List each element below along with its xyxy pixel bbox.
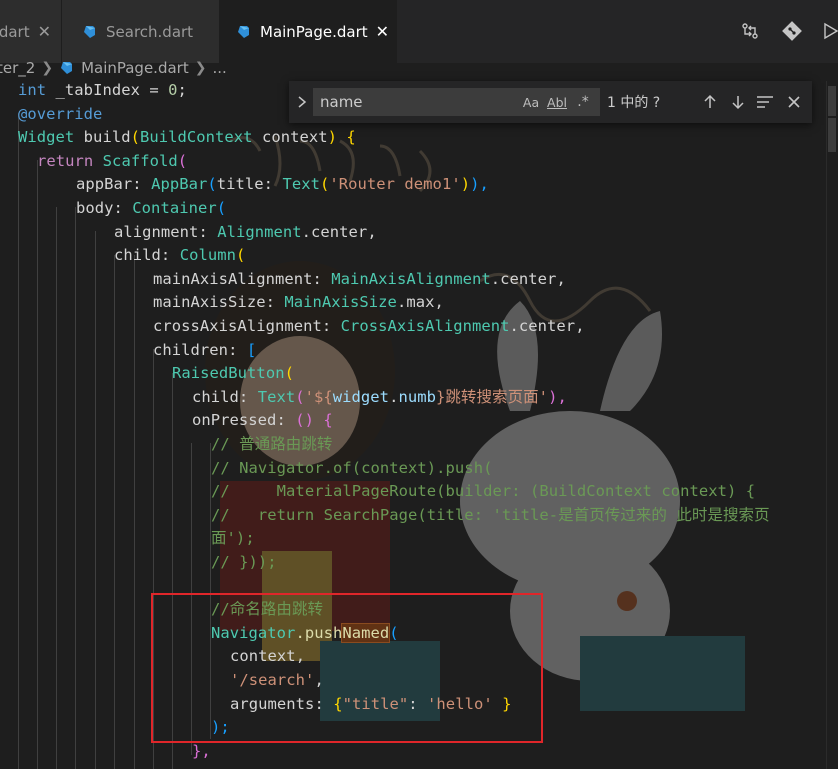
dart-file-icon bbox=[84, 25, 95, 38]
arrow-down-icon[interactable] bbox=[727, 91, 749, 113]
breadcrumb-file[interactable]: MainPage.dart bbox=[59, 59, 189, 77]
arrow-up-icon[interactable] bbox=[699, 91, 721, 113]
code-line: // return SearchPage(title: 'title-是首页传过… bbox=[211, 505, 770, 524]
code-line: onPressed: () { bbox=[192, 411, 333, 430]
indent-guide bbox=[191, 443, 192, 755]
code-line: RaisedButton( bbox=[172, 364, 294, 383]
breadcrumb-label: ter_2 bbox=[0, 59, 36, 77]
code-line: Navigator.pushNamed( bbox=[211, 622, 399, 643]
code-line: //命名路由跳转 bbox=[211, 600, 324, 619]
breadcrumb-symbol[interactable]: ... bbox=[212, 59, 226, 77]
code-line: }, bbox=[192, 741, 211, 760]
code-line: child: Text('${widget.numb}跳转搜索页面'), bbox=[192, 387, 567, 406]
run-icon[interactable] bbox=[820, 20, 838, 42]
match-count: 1 中的 ? bbox=[607, 95, 661, 111]
indent-guide bbox=[37, 160, 38, 769]
chevron-right-icon: ❯ bbox=[194, 60, 207, 76]
indent-guide bbox=[172, 373, 173, 769]
tab-dart-file[interactable]: dart ✕ bbox=[0, 0, 62, 63]
vertical-scrollbar[interactable] bbox=[826, 81, 838, 769]
tab-label: dart bbox=[0, 22, 30, 41]
code-line: mainAxisAlignment: MainAxisAlignment.cen… bbox=[153, 269, 566, 288]
code-line: // Navigator.of(context).push( bbox=[211, 458, 493, 477]
chevron-right-icon: ❯ bbox=[41, 60, 54, 76]
close-icon[interactable] bbox=[783, 91, 805, 113]
indent-guide bbox=[153, 349, 154, 769]
tab-label: MainPage.dart bbox=[260, 22, 368, 41]
code-line: // 普通路由跳转 bbox=[211, 435, 333, 453]
find-in-selection-icon[interactable] bbox=[754, 91, 776, 113]
code-line: '/search', bbox=[230, 671, 324, 689]
dart-file-icon bbox=[61, 62, 73, 74]
code-line: children: [ bbox=[153, 340, 257, 359]
breadcrumb-label: MainPage.dart bbox=[81, 59, 189, 77]
scrollbar-thumb[interactable] bbox=[828, 86, 836, 116]
code-line: int _tabIndex = 0; bbox=[18, 81, 187, 99]
code-line: context, bbox=[230, 647, 306, 666]
code-line: // MaterialPageRoute(builder: (BuildCont… bbox=[211, 482, 756, 501]
tab-mainpage-dart[interactable]: MainPage.dart ✕ bbox=[220, 0, 397, 63]
code-line: return Scaffold( bbox=[37, 151, 188, 170]
code-line: crossAxisAlignment: CrossAxisAlignment.c… bbox=[153, 317, 585, 335]
code-line: @override bbox=[18, 104, 103, 123]
breadcrumb: ter_2 ❯ MainPage.dart ❯ ... bbox=[0, 55, 838, 81]
scrollbar-thumb[interactable] bbox=[828, 118, 836, 152]
code-line: arguments: {"title": 'hello' } bbox=[230, 694, 512, 713]
match-whole-word-toggle[interactable]: Abl bbox=[547, 93, 567, 111]
code-line: // })); bbox=[211, 553, 277, 571]
search-match-highlight: Named bbox=[341, 622, 391, 643]
code-line: body: Container( bbox=[76, 199, 227, 217]
tab-search-dart[interactable]: Search.dart bbox=[62, 0, 220, 63]
code-line: child: Column( bbox=[114, 246, 246, 265]
code-line: mainAxisSize: MainAxisSize.max, bbox=[153, 293, 444, 312]
indent-guide bbox=[56, 207, 57, 769]
indent-guide bbox=[134, 255, 135, 769]
indent-guide bbox=[18, 113, 19, 769]
tab-bar: dart ✕ Search.dart MainPage.dart ✕ bbox=[0, 0, 838, 63]
compare-changes-icon[interactable] bbox=[739, 20, 761, 42]
breadcrumb-folder[interactable]: ter_2 bbox=[0, 59, 35, 77]
indent-guide bbox=[95, 231, 96, 769]
tab-label: Search.dart bbox=[106, 22, 194, 41]
code-line: Widget build(BuildContext context) { bbox=[18, 128, 356, 147]
code-line: 面'); bbox=[211, 529, 255, 548]
git-icon[interactable] bbox=[781, 20, 803, 42]
code-line: appBar: AppBar(title: Text('Router demo1… bbox=[76, 175, 489, 194]
find-widget: Aa Abl .* 1 中的 ? bbox=[289, 81, 812, 123]
use-regex-toggle[interactable]: .* bbox=[574, 93, 592, 111]
code-editor[interactable]: int _tabIndex = 0; @override Widget buil… bbox=[0, 81, 826, 769]
code-line: ); bbox=[211, 718, 230, 737]
toggle-replace-icon[interactable] bbox=[295, 92, 309, 112]
dart-file-icon bbox=[238, 25, 249, 38]
indent-guide bbox=[75, 207, 76, 769]
breadcrumb-label: ... bbox=[212, 59, 227, 77]
close-icon[interactable]: ✕ bbox=[376, 22, 389, 41]
match-case-toggle[interactable]: Aa bbox=[521, 93, 541, 111]
code-line: alignment: Alignment.center, bbox=[114, 222, 377, 241]
close-icon[interactable]: ✕ bbox=[38, 22, 51, 41]
indent-guide bbox=[114, 255, 115, 769]
